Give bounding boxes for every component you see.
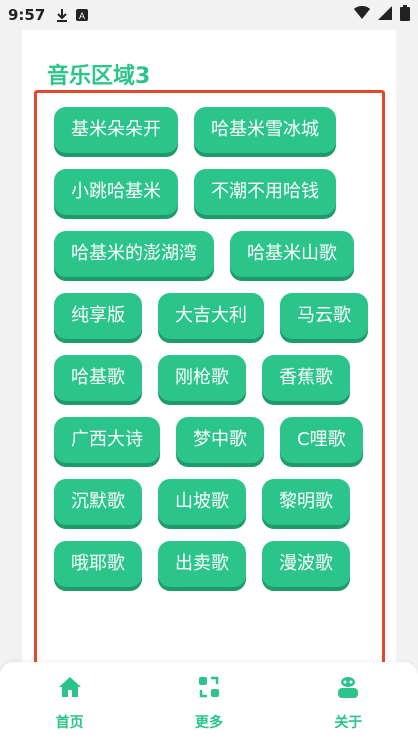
song-button[interactable]: 哈基米山歌 — [230, 231, 354, 277]
song-button[interactable]: 纯享版 — [54, 293, 142, 339]
song-button[interactable]: C哩歌 — [280, 417, 363, 463]
status-time: 9:57 — [8, 6, 46, 24]
status-right-icons — [354, 5, 410, 25]
signal-icon — [378, 6, 392, 24]
notification-icons: A — [55, 8, 89, 22]
song-button[interactable]: 沉默歌 — [54, 479, 142, 525]
more-icon — [196, 674, 222, 704]
nav-more-label: 更多 — [194, 715, 223, 731]
nav-home-label: 首页 — [55, 715, 84, 731]
download-icon — [55, 8, 69, 22]
nav-home[interactable]: 首页 — [25, 674, 115, 732]
song-button[interactable]: 香蕉歌 — [262, 355, 350, 401]
section-title: 音乐区域3 — [47, 64, 151, 89]
song-button[interactable]: 哦耶歌 — [54, 541, 142, 587]
about-icon — [335, 674, 361, 704]
svg-text:A: A — [79, 11, 85, 21]
song-button[interactable]: 出卖歌 — [158, 541, 246, 587]
song-button[interactable]: 基米朵朵开 — [54, 107, 178, 153]
song-button[interactable]: 大吉大利 — [158, 293, 264, 339]
app-notification-icon: A — [75, 8, 89, 22]
song-button[interactable]: 黎明歌 — [262, 479, 350, 525]
song-button[interactable]: 哈基歌 — [54, 355, 142, 401]
song-button[interactable]: 不潮不用哈钱 — [194, 169, 336, 215]
song-button[interactable]: 哈基米雪冰城 — [194, 107, 336, 153]
song-button[interactable]: 小跳哈基米 — [54, 169, 178, 215]
home-icon — [57, 674, 83, 704]
song-button[interactable]: 哈基米的澎湖湾 — [54, 231, 214, 277]
song-button[interactable]: 漫波歌 — [262, 541, 350, 587]
song-grid: 基米朵朵开 哈基米雪冰城 小跳哈基米 不潮不用哈钱哈基米的澎湖湾 哈基米山歌纯享版 大吉大… — [34, 90, 385, 667]
bottom-nav: 首页 更多 关于 — [0, 662, 418, 744]
song-button[interactable]: 梦中歌 — [176, 417, 264, 463]
song-button[interactable]: 刚枪歌 — [158, 355, 246, 401]
nav-more[interactable]: 更多 — [164, 674, 254, 732]
song-button[interactable]: 山坡歌 — [158, 479, 246, 525]
song-button[interactable]: 马云歌 — [280, 293, 368, 339]
nav-about[interactable]: 关于 — [303, 674, 393, 732]
wifi-icon — [354, 6, 370, 24]
battery-icon — [400, 5, 410, 25]
nav-about-label: 关于 — [334, 715, 363, 731]
status-bar: 9:57 A — [0, 0, 418, 30]
song-button[interactable]: 广西大诗 — [54, 417, 160, 463]
